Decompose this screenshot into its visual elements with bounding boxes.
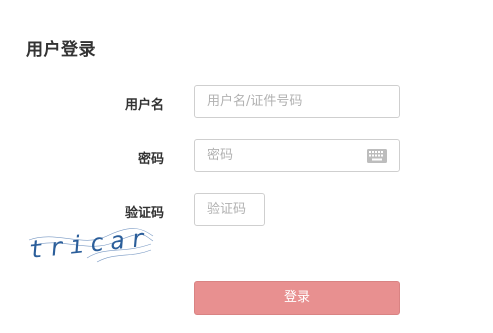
captcha-label: 验证码 <box>124 206 164 221</box>
login-button[interactable]: 登录 <box>194 281 400 315</box>
captcha-image[interactable]: tricar <box>27 224 155 266</box>
username-label: 用户名 <box>124 98 164 113</box>
password-label: 密码 <box>137 152 164 167</box>
page-title: 用户登录 <box>26 40 96 60</box>
keyboard-icon[interactable] <box>367 149 387 163</box>
captcha-input[interactable] <box>194 193 265 226</box>
login-page: 用户登录 用户名 密码 验证码 tricar <box>0 0 493 333</box>
username-input[interactable] <box>194 85 400 118</box>
captcha-text: tricar <box>27 224 152 264</box>
